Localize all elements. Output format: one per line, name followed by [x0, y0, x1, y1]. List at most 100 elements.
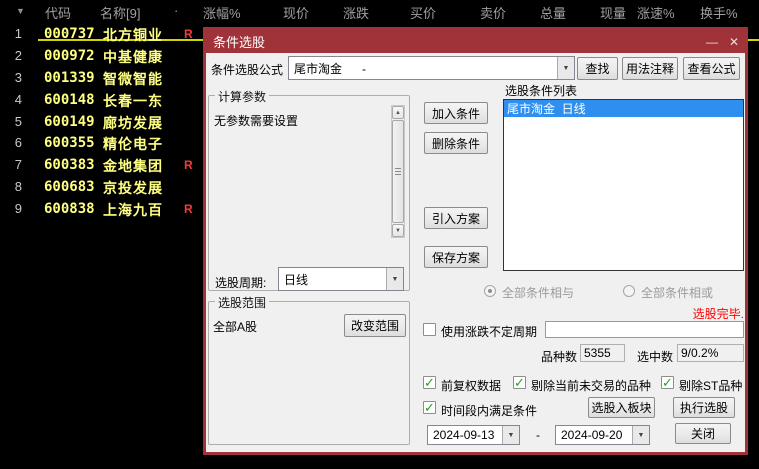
formula-label: 条件选股公式 — [211, 63, 284, 77]
period-value: 日线 — [284, 272, 309, 287]
col-header-code[interactable]: 代码 — [45, 3, 71, 22]
exclude-untraded-label: 剔除当前未交易的品种 — [531, 379, 652, 393]
col-header-ask[interactable]: 卖价 — [480, 3, 506, 22]
pick-to-block-button[interactable]: 选股入板块 — [588, 397, 655, 418]
params-scrollbar[interactable]: ▲ ▼ — [391, 105, 405, 238]
col-header-price[interactable]: 现价 — [283, 3, 309, 22]
start-date-combobox[interactable]: 2024-09-13 ▼ — [427, 425, 520, 445]
total-count-value: 5355 — [580, 344, 625, 362]
stock-name: 精伦电子 — [103, 136, 163, 152]
change-scope-button[interactable]: 改变范围 — [344, 314, 406, 337]
stock-code: 600383 — [44, 157, 95, 173]
status-text: 选股完毕. — [692, 307, 744, 321]
stock-name: 中基健康 — [103, 49, 163, 65]
scroll-down-icon[interactable]: ▼ — [392, 224, 404, 237]
scope-group-title: 选股范围 — [215, 294, 270, 311]
dialog-titlebar[interactable]: 条件选股 — ✕ — [206, 30, 745, 53]
margin-marker: R — [184, 202, 193, 216]
scope-group: 选股范围 全部A股 改变范围 — [208, 294, 410, 445]
scope-value: 全部A股 — [213, 320, 258, 334]
chevron-down-icon[interactable]: ▼ — [502, 426, 519, 444]
exclude-st-label: 剔除ST品种 — [679, 379, 743, 393]
stock-code: 600149 — [44, 114, 95, 130]
stock-code: 001339 — [44, 70, 95, 86]
date-separator: - — [536, 428, 540, 442]
selected-count-value: 9/0.2% — [677, 344, 744, 362]
usage-notes-button[interactable]: 用法注释 — [622, 57, 678, 80]
condition-list-item[interactable]: 尾市淘金 日线 — [504, 100, 743, 117]
stock-name: 金地集团 — [103, 158, 163, 174]
calc-params-group-title: 计算参数 — [215, 88, 270, 105]
end-date-combobox[interactable]: 2024-09-20 ▼ — [555, 425, 650, 445]
all-and-radio-label: 全部条件相与 — [502, 286, 575, 300]
remove-condition-button[interactable]: 删除条件 — [424, 132, 488, 154]
calc-params-group: 计算参数 无参数需要设置 ▲ ▼ 选股周期: 日线 ▼ — [208, 88, 410, 291]
col-header-volume[interactable]: 总量 — [540, 3, 566, 22]
dialog-title: 条件选股 — [213, 35, 266, 50]
minimize-icon[interactable]: — — [701, 35, 723, 49]
stock-code: 000737 — [44, 26, 95, 42]
stock-name: 廊坊发展 — [103, 115, 163, 131]
start-date-value: 2024-09-13 — [433, 428, 495, 442]
row-index: 9 — [14, 201, 22, 216]
chevron-down-icon[interactable]: ▼ — [557, 57, 574, 79]
row-index: 2 — [14, 48, 22, 63]
row-index: 1 — [14, 26, 22, 41]
scroll-up-icon[interactable]: ▲ — [392, 106, 404, 119]
close-icon[interactable]: ✕ — [723, 35, 745, 49]
stock-code: 600148 — [44, 92, 95, 108]
time-range-label: 时间段内满足条件 — [441, 404, 538, 418]
all-and-radio[interactable] — [484, 285, 496, 297]
row-index: 8 — [14, 179, 22, 194]
margin-marker: R — [184, 158, 193, 172]
stock-code: 000972 — [44, 48, 95, 64]
stock-name: 智微智能 — [103, 71, 163, 87]
save-plan-button[interactable]: 保存方案 — [424, 246, 488, 268]
end-date-value: 2024-09-20 — [561, 428, 623, 442]
row-index: 4 — [14, 92, 22, 107]
condition-listbox[interactable]: 尾市淘金 日线 — [503, 99, 744, 271]
stock-name: 上海九百 — [103, 202, 163, 218]
sort-indicator-icon[interactable]: ▼ — [16, 6, 25, 16]
col-header-turnover[interactable]: 换手% — [700, 3, 738, 22]
row-index: 3 — [14, 70, 22, 85]
variable-period-checkbox[interactable] — [423, 323, 436, 336]
forward-adjusted-checkbox[interactable] — [423, 375, 436, 391]
add-condition-button[interactable]: 加入条件 — [424, 102, 488, 124]
col-header-change-pct[interactable]: 涨幅% — [203, 3, 241, 22]
stock-code: 600683 — [44, 179, 95, 195]
formula-value: 尾市淘金 - — [294, 61, 367, 76]
import-plan-button[interactable]: 引入方案 — [424, 207, 488, 229]
chevron-down-icon[interactable]: ▼ — [632, 426, 649, 444]
margin-marker: R — [184, 27, 193, 41]
close-button[interactable]: 关闭 — [675, 423, 731, 444]
row-index: 6 — [14, 135, 22, 150]
col-header-dot: · — [174, 3, 179, 18]
exclude-st-checkbox[interactable] — [661, 375, 674, 391]
chevron-down-icon[interactable]: ▼ — [386, 268, 403, 290]
formula-combobox[interactable]: 尾市淘金 - ▼ — [288, 56, 575, 80]
thumb-grip-icon — [395, 168, 401, 175]
execute-pick-button[interactable]: 执行选股 — [673, 397, 735, 418]
row-index: 5 — [14, 114, 22, 129]
view-formula-button[interactable]: 查看公式 — [683, 57, 740, 80]
col-header-bid[interactable]: 买价 — [410, 3, 436, 22]
col-header-cur-vol[interactable]: 现量 — [600, 3, 626, 22]
col-header-speed[interactable]: 涨速% — [637, 3, 675, 22]
col-header-change[interactable]: 涨跌 — [343, 3, 369, 22]
find-button[interactable]: 查找 — [577, 57, 618, 80]
stock-code: 600838 — [44, 201, 95, 217]
all-or-radio[interactable] — [623, 285, 635, 297]
period-label: 选股周期: — [215, 276, 267, 290]
time-range-checkbox[interactable] — [423, 400, 436, 416]
variable-period-label: 使用涨跌不定周期 — [441, 325, 538, 339]
col-header-name[interactable]: 名称[9] — [100, 3, 140, 22]
exclude-untraded-checkbox[interactable] — [513, 375, 526, 391]
stock-name: 长春一东 — [103, 93, 163, 109]
variable-period-input[interactable] — [545, 321, 744, 338]
scrollbar-thumb[interactable] — [392, 120, 404, 223]
condition-picker-dialog: 条件选股 — ✕ 条件选股公式 尾市淘金 - ▼ 查找 用法注释 查看公式 计算… — [203, 27, 748, 455]
stock-name: 北方铜业 — [103, 27, 163, 43]
period-combobox[interactable]: 日线 ▼ — [278, 267, 404, 291]
total-count-label: 品种数 — [541, 350, 578, 364]
